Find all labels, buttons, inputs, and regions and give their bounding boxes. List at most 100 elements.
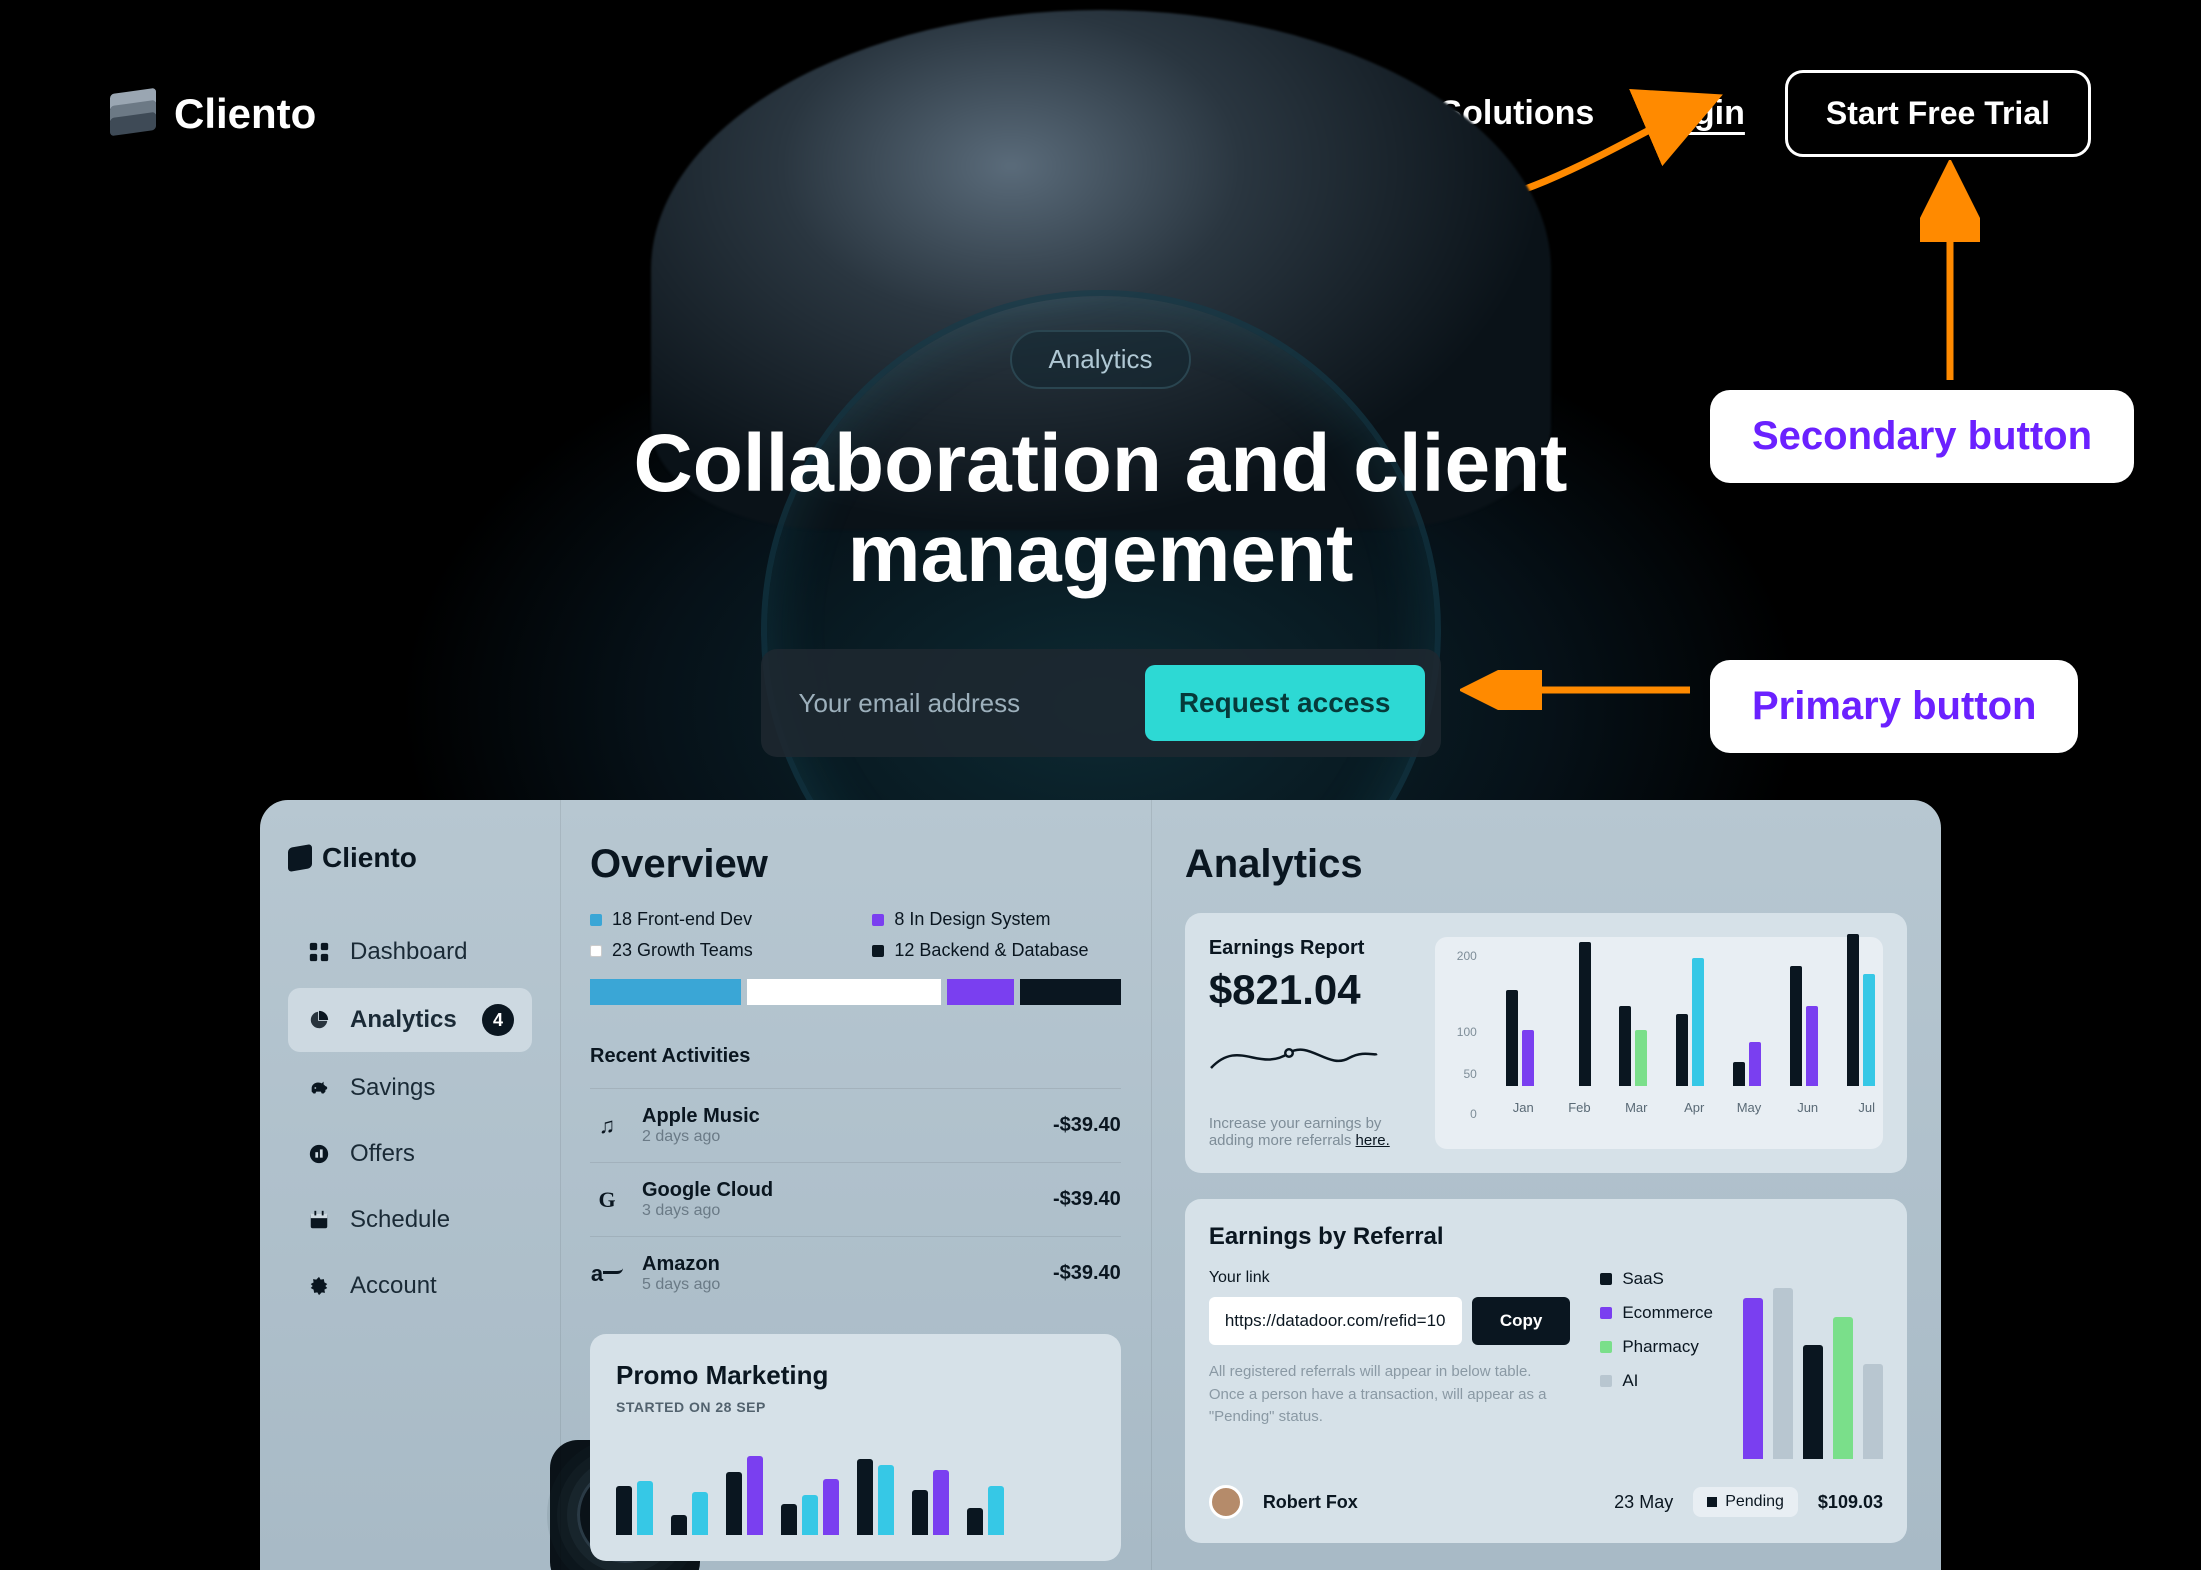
earnings-note: Increase your earnings by adding more re… bbox=[1209, 1115, 1409, 1149]
hero-title-line1: Collaboration and client bbox=[634, 418, 1568, 509]
sidebar-item-label: Dashboard bbox=[350, 938, 467, 966]
legend-item: 12 Backend & Database bbox=[872, 940, 1120, 961]
referral-legend: SaaS Ecommerce Pharmacy AI bbox=[1600, 1269, 1713, 1459]
status-badge: Pending bbox=[1693, 1487, 1798, 1517]
y-tick: 0 bbox=[1443, 1107, 1477, 1121]
email-input[interactable] bbox=[777, 688, 1145, 719]
activity-amount: -$39.40 bbox=[1053, 1114, 1121, 1137]
referral-note: All registered referrals will appear in … bbox=[1209, 1361, 1571, 1429]
sidebar-item-label: Schedule bbox=[350, 1206, 450, 1234]
brand-logo[interactable]: Cliento bbox=[110, 90, 316, 138]
sidebar-badge: 4 bbox=[482, 1004, 514, 1036]
avatar-icon bbox=[1209, 1485, 1243, 1519]
promo-chart bbox=[616, 1445, 1095, 1535]
legend-dot bbox=[590, 914, 602, 926]
activity-name: Amazon bbox=[642, 1253, 1035, 1276]
request-access-button[interactable]: Request access bbox=[1145, 665, 1425, 741]
legend-item: 8 In Design System bbox=[872, 909, 1120, 930]
bar-segment bbox=[747, 979, 940, 1005]
sidebar-item-label: Offers bbox=[350, 1140, 415, 1168]
activity-row[interactable]: ♫ Apple Music2 days ago -$39.40 bbox=[590, 1088, 1121, 1162]
legend-item: 23 Growth Teams bbox=[590, 940, 838, 961]
overview-legend: 18 Front-end Dev 8 In Design System 23 G… bbox=[590, 909, 1121, 961]
referral-name: Robert Fox bbox=[1263, 1492, 1594, 1513]
hero-title-line2: management bbox=[848, 508, 1354, 599]
activity-sub: 3 days ago bbox=[642, 1202, 1035, 1220]
sidebar-item-dashboard[interactable]: Dashboard bbox=[288, 922, 532, 982]
earnings-report-title: Earnings Report bbox=[1209, 937, 1409, 960]
analytics-title: Analytics bbox=[1185, 842, 1907, 887]
sidebar-item-label: Analytics bbox=[350, 1006, 457, 1034]
earnings-note-link[interactable]: here. bbox=[1356, 1132, 1390, 1149]
y-tick: 100 bbox=[1443, 1025, 1477, 1039]
overview-panel: Overview 18 Front-end Dev 8 In Design Sy… bbox=[560, 800, 1151, 1570]
monthly-chart: 200 100 50 0 JanFebMarAprMayJunJul bbox=[1435, 937, 1883, 1149]
overview-title: Overview bbox=[590, 842, 1121, 887]
bar-segment bbox=[1020, 979, 1121, 1005]
dashboard-brand-name: Cliento bbox=[322, 842, 417, 874]
referral-link-input[interactable] bbox=[1209, 1297, 1462, 1345]
hero-title: Collaboration and client management bbox=[0, 419, 2201, 599]
bar-segment bbox=[590, 979, 741, 1005]
legend-dot bbox=[872, 914, 884, 926]
start-free-trial-button[interactable]: Start Free Trial bbox=[1785, 70, 2091, 157]
sparkline-icon bbox=[1209, 1028, 1379, 1080]
activity-amount: -$39.40 bbox=[1053, 1188, 1121, 1211]
logo-icon bbox=[110, 91, 156, 137]
legend-label: SaaS bbox=[1622, 1269, 1664, 1289]
activity-sub: 5 days ago bbox=[642, 1276, 1035, 1294]
y-tick: 50 bbox=[1443, 1067, 1477, 1081]
legend-label: 23 Growth Teams bbox=[612, 940, 753, 961]
copy-button[interactable]: Copy bbox=[1472, 1297, 1571, 1345]
sidebar-item-account[interactable]: Account bbox=[288, 1256, 532, 1316]
promo-subtitle: STARTED ON 28 SEP bbox=[616, 1399, 1095, 1415]
legend-item: 18 Front-end Dev bbox=[590, 909, 838, 930]
referral-chart bbox=[1743, 1269, 1883, 1459]
referral-table-row[interactable]: Robert Fox 23 May Pending $109.03 bbox=[1209, 1485, 1883, 1519]
activity-row[interactable]: a Amazon5 days ago -$39.40 bbox=[590, 1236, 1121, 1310]
y-tick: 200 bbox=[1443, 949, 1477, 963]
dashboard-logo: Cliento bbox=[288, 842, 532, 874]
activity-row[interactable]: G Google Cloud3 days ago -$39.40 bbox=[590, 1162, 1121, 1236]
sidebar-item-schedule[interactable]: Schedule bbox=[288, 1190, 532, 1250]
sidebar-item-savings[interactable]: Savings bbox=[288, 1058, 532, 1118]
analytics-panel: Analytics Earnings Report $821.04 Increa… bbox=[1151, 800, 1941, 1570]
dashboard-logo-icon bbox=[288, 844, 312, 872]
sidebar-item-analytics[interactable]: Analytics 4 bbox=[288, 988, 532, 1052]
piggy-bank-icon bbox=[306, 1075, 332, 1101]
email-capture: Request access bbox=[761, 649, 1441, 757]
pie-chart-icon bbox=[306, 1007, 332, 1033]
legend-label: 18 Front-end Dev bbox=[612, 909, 752, 930]
activity-name: Google Cloud bbox=[642, 1179, 1035, 1202]
brand-name: Cliento bbox=[174, 90, 316, 138]
legend-dot bbox=[590, 945, 602, 957]
tag-icon bbox=[306, 1141, 332, 1167]
promo-title: Promo Marketing bbox=[616, 1360, 1095, 1391]
legend-label: 12 Backend & Database bbox=[894, 940, 1088, 961]
music-icon: ♫ bbox=[590, 1109, 624, 1143]
amazon-icon: a bbox=[590, 1257, 624, 1291]
calendar-icon bbox=[306, 1207, 332, 1233]
promo-card: Promo Marketing STARTED ON 28 SEP bbox=[590, 1334, 1121, 1561]
google-icon: G bbox=[590, 1183, 624, 1217]
earnings-card: Earnings Report $821.04 Increase your ea… bbox=[1185, 913, 1907, 1173]
sidebar-item-offers[interactable]: Offers bbox=[288, 1124, 532, 1184]
referral-amount: $109.03 bbox=[1818, 1492, 1883, 1513]
activity-sub: 2 days ago bbox=[642, 1128, 1035, 1146]
earnings-amount: $821.04 bbox=[1209, 966, 1409, 1014]
referral-title: Earnings by Referral bbox=[1209, 1223, 1883, 1251]
overview-stacked-bar bbox=[590, 979, 1121, 1005]
legend-label: AI bbox=[1622, 1371, 1638, 1391]
legend-label: Pharmacy bbox=[1622, 1337, 1699, 1357]
activity-amount: -$39.40 bbox=[1053, 1262, 1121, 1285]
legend-label: Ecommerce bbox=[1622, 1303, 1713, 1323]
hero-badge: Analytics bbox=[1010, 330, 1190, 389]
dashboard-sidebar: Cliento Dashboard Analytics 4 Savings bbox=[260, 800, 560, 1570]
sidebar-item-label: Account bbox=[350, 1272, 437, 1300]
your-link-label: Your link bbox=[1209, 1269, 1571, 1287]
hero: Analytics Collaboration and client manag… bbox=[0, 330, 2201, 757]
gear-icon bbox=[306, 1273, 332, 1299]
bar-segment bbox=[947, 979, 1014, 1005]
referral-card: Earnings by Referral Your link Copy All … bbox=[1185, 1199, 1907, 1543]
recent-activities-title: Recent Activities bbox=[590, 1045, 1121, 1068]
